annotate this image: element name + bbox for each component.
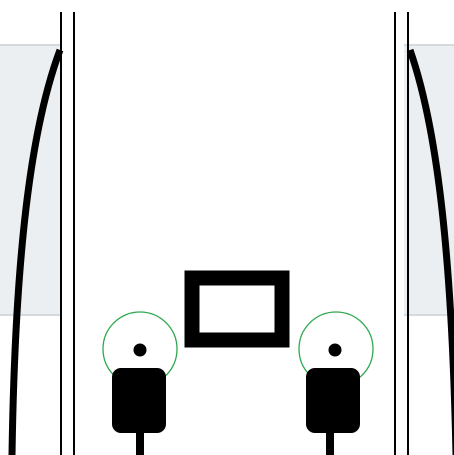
usb-plug-icon[interactable] (306, 368, 360, 455)
right-bezel-curve (406, 48, 454, 455)
left-bezel-curve (8, 48, 64, 455)
device-illustration (8, 12, 454, 455)
device-canvas (0, 0, 454, 455)
port-dot-icon (133, 343, 147, 357)
port-dot-icon (328, 343, 342, 357)
right-port[interactable] (298, 311, 374, 455)
left-port[interactable] (102, 311, 178, 455)
usb-plug-icon[interactable] (112, 368, 166, 455)
rectangle-outline-icon[interactable] (184, 270, 290, 348)
